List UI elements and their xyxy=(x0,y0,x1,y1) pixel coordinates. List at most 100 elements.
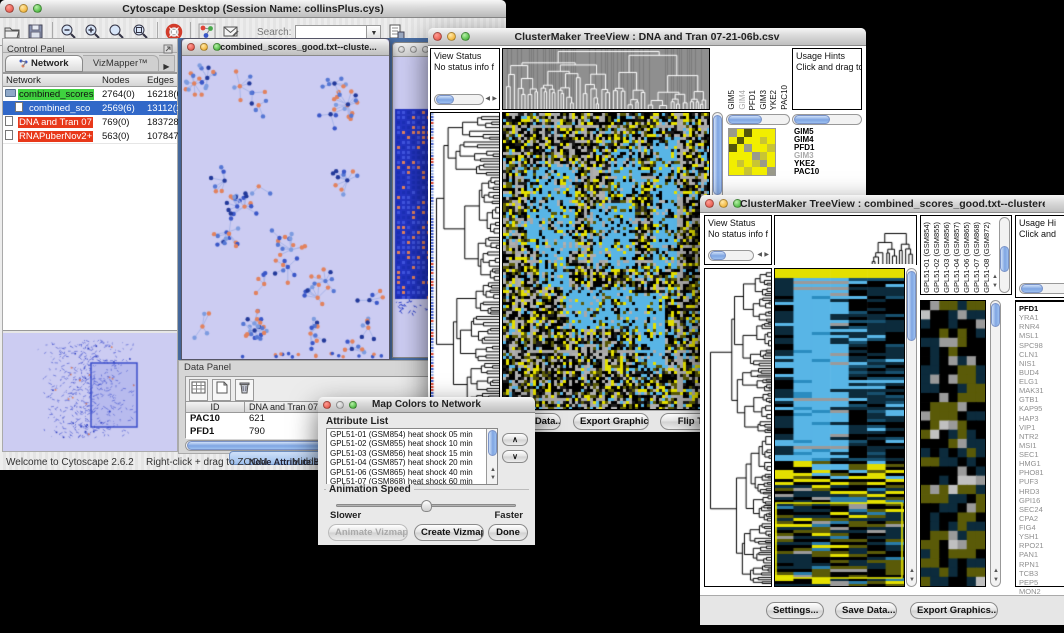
tab-network[interactable]: Network xyxy=(5,55,83,72)
birdseye-view[interactable] xyxy=(3,333,177,451)
scroll-right-icon[interactable]: ▶ xyxy=(492,95,497,104)
close-icon[interactable] xyxy=(323,401,331,409)
network-view-window[interactable]: combined_scores_good.txt--cluste... xyxy=(181,38,390,360)
attribute-list-item[interactable]: GPL51-04 (GSM857) heat shock 20 min xyxy=(330,458,497,467)
gene-label[interactable]: HRD3 xyxy=(1019,487,1064,496)
minimize-icon[interactable] xyxy=(336,401,344,409)
gene-label[interactable]: SEC24 xyxy=(1019,505,1064,514)
scroll-thumb[interactable] xyxy=(1021,284,1043,293)
scroll-down-icon[interactable]: ▼ xyxy=(992,282,998,291)
slider-thumb[interactable] xyxy=(421,500,432,512)
tv1-row-label[interactable]: PAC10 xyxy=(794,168,819,176)
gene-label[interactable]: GTB1 xyxy=(1019,395,1064,404)
scroll-thumb[interactable] xyxy=(488,430,497,456)
close-icon[interactable] xyxy=(398,46,405,53)
float-panel-icon[interactable] xyxy=(163,41,173,59)
tv1-row-dendrogram[interactable] xyxy=(430,112,500,410)
delete-attribute-icon[interactable] xyxy=(235,379,254,401)
minimize-icon[interactable] xyxy=(200,43,208,51)
tv2-zoom-vscroll[interactable]: ▲ ▼ xyxy=(990,300,1001,587)
gene-label[interactable]: PHO81 xyxy=(1019,468,1064,477)
gene-label[interactable]: HAP3 xyxy=(1019,414,1064,423)
network-list-row[interactable]: combined_scores2764(0)16218(0) xyxy=(3,87,177,101)
gene-label[interactable]: ELG1 xyxy=(1019,377,1064,386)
tv2-column-dendrogram[interactable] xyxy=(774,215,917,265)
gene-label[interactable]: PUF3 xyxy=(1019,477,1064,486)
gene-label[interactable]: RPN1 xyxy=(1019,560,1064,569)
gene-label[interactable]: NIS1 xyxy=(1019,359,1064,368)
scroll-right-icon[interactable]: ▶ xyxy=(764,251,769,260)
col-header-network[interactable]: Network xyxy=(3,74,102,86)
gene-label[interactable]: YRA1 xyxy=(1019,313,1064,322)
tv1-similarity-matrix[interactable] xyxy=(728,128,776,176)
network-canvas[interactable] xyxy=(182,56,389,359)
gene-label[interactable]: PFD1 xyxy=(1019,304,1064,313)
tv2-heatmap-vscroll[interactable]: ▲ ▼ xyxy=(906,268,917,587)
tv2-status-hscroll[interactable] xyxy=(708,250,754,261)
done-button[interactable]: Done xyxy=(488,524,528,541)
col-header-nodes[interactable]: Nodes xyxy=(102,74,147,86)
scroll-down-icon[interactable]: ▼ xyxy=(993,576,999,585)
attribute-list-vscroll[interactable]: ▲ ▼ xyxy=(486,429,497,484)
main-title-bar[interactable]: Cytoscape Desktop (Session Name: collins… xyxy=(0,0,506,18)
gene-label[interactable]: PEP5 xyxy=(1019,578,1064,587)
attribute-listbox[interactable]: GPL51-01 (GSM854) heat shock 05 minGPL51… xyxy=(326,428,498,485)
gene-label[interactable]: TCB3 xyxy=(1019,569,1064,578)
tv2-hints-hscroll[interactable] xyxy=(1019,283,1064,294)
close-icon[interactable] xyxy=(433,32,442,41)
new-attribute-icon[interactable] xyxy=(212,379,231,401)
scroll-up-icon[interactable]: ▲ xyxy=(992,273,998,282)
scroll-thumb[interactable] xyxy=(907,271,916,341)
create-vizmap-button[interactable]: Create Vizmap xyxy=(414,524,484,541)
tv1-heatmap[interactable] xyxy=(502,112,710,410)
move-up-button[interactable]: ∧ xyxy=(502,433,528,446)
tv1-matrix-hscroll[interactable] xyxy=(726,114,790,125)
gene-label[interactable]: MAK31 xyxy=(1019,386,1064,395)
tv2-zoom-heatmap[interactable] xyxy=(920,300,986,587)
col-header-edges[interactable]: Edges xyxy=(147,74,177,86)
minimize-icon[interactable] xyxy=(447,32,456,41)
tab-vizmapper[interactable]: VizMapper™ xyxy=(83,55,160,72)
treeview2-title-bar[interactable]: ClusterMaker TreeView : combined_scores_… xyxy=(700,195,1064,213)
gene-label[interactable]: RNR4 xyxy=(1019,322,1064,331)
gene-label[interactable]: KAP95 xyxy=(1019,404,1064,413)
tv1-status-hscroll[interactable] xyxy=(434,94,484,105)
animate-vizmap-button[interactable]: Animate Vizmap xyxy=(328,524,408,541)
gene-label[interactable]: SEC1 xyxy=(1019,450,1064,459)
treeview1-title-bar[interactable]: ClusterMaker TreeView : DNA and Tran 07-… xyxy=(428,28,866,46)
attribute-list-item[interactable]: GPL51-01 (GSM854) heat shock 05 min xyxy=(330,430,497,439)
scroll-down-icon[interactable]: ▼ xyxy=(490,474,496,483)
close-icon[interactable] xyxy=(705,199,714,208)
close-icon[interactable] xyxy=(5,4,14,13)
minimize-icon[interactable] xyxy=(719,199,728,208)
tv2-row-dendrogram[interactable] xyxy=(704,268,772,587)
scroll-thumb[interactable] xyxy=(794,115,830,124)
attribute-list-item[interactable]: GPL51-03 (GSM856) heat shock 15 min xyxy=(330,449,497,458)
gene-label[interactable]: VIP1 xyxy=(1019,423,1064,432)
scroll-up-icon[interactable]: ▲ xyxy=(993,567,999,576)
minimize-icon[interactable] xyxy=(410,46,417,53)
gene-label[interactable]: CLN1 xyxy=(1019,350,1064,359)
zoom-window-icon[interactable] xyxy=(349,401,357,409)
tv2-heatmap[interactable] xyxy=(774,268,905,587)
gene-label[interactable]: YSH1 xyxy=(1019,532,1064,541)
move-down-button[interactable]: ∨ xyxy=(502,450,528,463)
gene-label[interactable]: CPA2 xyxy=(1019,514,1064,523)
network-list-row[interactable]: combined_sco2569(6)13112(15) xyxy=(3,101,177,115)
settings-button[interactable]: Settings... xyxy=(766,602,824,619)
network-canvas-dense[interactable] xyxy=(393,57,431,357)
gene-label[interactable]: FIG4 xyxy=(1019,523,1064,532)
gene-label[interactable]: SPC98 xyxy=(1019,341,1064,350)
network-list-row[interactable]: RNAPuberNov2+563(0)107847(0) xyxy=(3,129,177,143)
data-col-id[interactable]: ID xyxy=(186,402,244,412)
scroll-left-icon[interactable]: ◀ xyxy=(757,251,762,260)
tv2-labels-vscroll[interactable] xyxy=(999,217,1010,293)
export-graphics-button[interactable]: Export Graphics... xyxy=(573,413,649,430)
attribute-list-item[interactable]: GPL51-02 (GSM855) heat shock 10 min xyxy=(330,439,497,448)
scroll-thumb[interactable] xyxy=(713,115,722,195)
scroll-down-icon[interactable]: ▼ xyxy=(909,576,915,585)
network-list-row[interactable]: DNA and Tran 07769(0)183728(0) xyxy=(3,115,177,129)
tv1-column-dendrogram[interactable] xyxy=(502,48,710,110)
gene-label[interactable]: HMG1 xyxy=(1019,459,1064,468)
gene-label[interactable]: PAN1 xyxy=(1019,550,1064,559)
